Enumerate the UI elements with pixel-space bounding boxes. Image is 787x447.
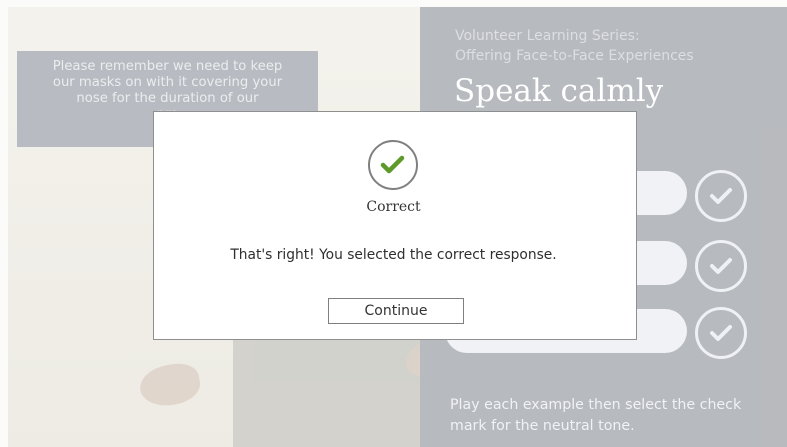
check-mark-icon xyxy=(380,155,405,174)
feedback-message: That's right! You selected the correct r… xyxy=(230,247,557,263)
continue-button[interactable]: Continue xyxy=(328,298,464,324)
lesson-screen: Please remember we need to keep our mask… xyxy=(0,0,787,447)
correct-status-icon-wrapper xyxy=(368,140,418,190)
feedback-title: Correct xyxy=(366,199,421,215)
